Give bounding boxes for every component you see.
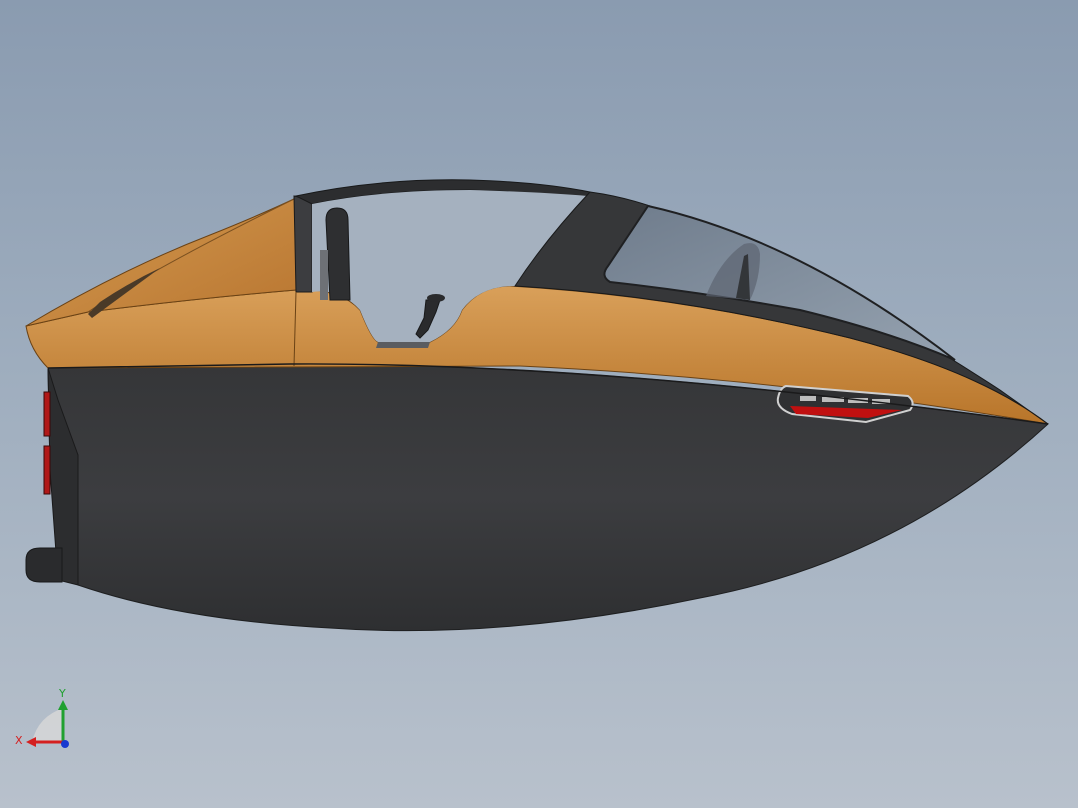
vent-slot-1	[800, 396, 816, 401]
cockpit-floor	[376, 342, 430, 348]
submarine-3d-model[interactable]	[0, 0, 1078, 808]
cockpit-pillar[interactable]	[293, 195, 313, 293]
cad-viewport[interactable]: Y X	[0, 0, 1078, 808]
coordinate-triad: Y X	[15, 687, 69, 748]
tail-light-lower	[43, 445, 51, 495]
seat-back[interactable]	[325, 207, 351, 301]
y-axis-arrow	[58, 700, 68, 710]
rear-bumper[interactable]	[25, 547, 63, 583]
joystick-knob[interactable]	[427, 294, 445, 302]
triad-plane	[32, 708, 64, 742]
tail-light-upper	[43, 391, 51, 437]
x-axis-arrow	[26, 737, 36, 747]
seat-frame	[320, 250, 328, 300]
z-axis-dot	[61, 740, 69, 748]
x-axis-label: X	[15, 734, 23, 747]
y-axis-label: Y	[58, 687, 66, 700]
